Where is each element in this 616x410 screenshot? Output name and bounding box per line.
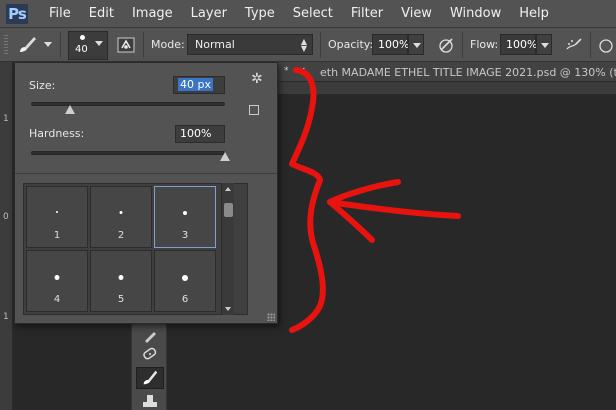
separator: [60, 32, 61, 58]
menu-file[interactable]: File: [40, 0, 80, 28]
size-label: Size:: [29, 79, 56, 92]
panel-divider: [15, 173, 277, 174]
annotation-arrow-shaft: [327, 199, 461, 219]
new-preset-icon[interactable]: [249, 105, 259, 115]
brush-tip-icon: [118, 275, 124, 280]
separator: [320, 32, 321, 58]
tools-panel: [131, 323, 167, 410]
flow-input[interactable]: 100%: [500, 34, 537, 55]
brush-preset-4[interactable]: 4: [26, 250, 88, 312]
presets-scrollbar[interactable]: [221, 183, 234, 315]
ruler-mark: 1: [3, 312, 9, 322]
hardness-slider-track[interactable]: [31, 151, 225, 155]
mode-label: Mode:: [151, 38, 185, 51]
brush-panel-toggle-icon[interactable]: [116, 36, 136, 54]
options-bar: 40 Mode: Normal ▲ ▼ Opacity: 100% Flow: 1…: [0, 28, 616, 62]
preset-number: 5: [117, 294, 125, 305]
document-tab-title[interactable]: eth MADAME ETHEL TITLE IMAGE 2021.psd @ …: [320, 66, 616, 79]
brush-preset-3[interactable]: 3: [154, 186, 216, 248]
photoshop-logo-icon: Ps: [6, 3, 28, 24]
brush-preset-5[interactable]: 5: [90, 250, 152, 312]
brush-tip-icon: [119, 211, 123, 214]
size-value: 40 px: [178, 78, 213, 91]
brush-tool-preset-icon[interactable]: [16, 35, 38, 55]
scroll-up-arrow-icon[interactable]: [225, 187, 231, 191]
menu-image[interactable]: Image: [123, 0, 182, 28]
annotation-arrow-head: [327, 179, 401, 243]
brush-tip-preview-icon: [80, 35, 85, 40]
menu-edit[interactable]: Edit: [80, 0, 123, 28]
preset-number: 6: [181, 294, 189, 305]
ruler-mark: 1: [3, 114, 9, 124]
menu-help[interactable]: Help: [510, 0, 558, 28]
blend-mode-select[interactable]: Normal ▲ ▼: [187, 34, 313, 55]
separator: [590, 32, 591, 58]
brush-tip-icon: [54, 275, 60, 280]
annotation-brace: [289, 67, 326, 333]
vertical-ruler: 1 0 1: [0, 62, 13, 410]
preset-number: 4: [53, 294, 61, 305]
ruler-mark: 0: [3, 212, 9, 222]
menu-select[interactable]: Select: [284, 0, 342, 28]
brush-preset-picker-panel: Size: 40 px ✲ Hardness: 100% 1 2 3 4 5 6: [14, 62, 278, 324]
brush-preset-6[interactable]: 6: [154, 250, 216, 312]
hardness-input[interactable]: 100%: [175, 125, 225, 143]
hardness-label: Hardness:: [29, 127, 85, 140]
size-slider-track[interactable]: [31, 102, 225, 106]
hardness-slider-thumb[interactable]: [220, 152, 230, 161]
brush-tip-icon: [183, 211, 187, 215]
brush-tip-icon: [182, 275, 188, 281]
opacity-label: Opacity:: [328, 38, 374, 51]
menu-bar: Ps File Edit Image Layer Type Select Fil…: [0, 0, 616, 28]
separator: [462, 32, 463, 58]
tab-close-icon[interactable]: ×: [297, 64, 306, 77]
preset-number: 2: [117, 230, 125, 241]
menu-layer[interactable]: Layer: [182, 0, 236, 28]
menu-type[interactable]: Type: [236, 0, 284, 28]
pressure-size-icon[interactable]: [596, 35, 616, 55]
select-arrows-icon: ▲ ▼: [300, 37, 307, 53]
size-input[interactable]: 40 px: [173, 76, 225, 94]
previous-tab-marker: *: [284, 66, 289, 76]
flow-label: Flow:: [470, 38, 499, 51]
options-bar-grip[interactable]: [4, 35, 8, 55]
scrollbar-thumb[interactable]: [224, 203, 233, 217]
opacity-dropdown-button[interactable]: [408, 34, 424, 55]
brush-size-readout: 40: [75, 44, 88, 55]
healing-brush-tool-icon[interactable]: [136, 343, 164, 365]
brush-presets-grid: 1 2 3 4 5 6: [23, 183, 248, 315]
opacity-input[interactable]: 100%: [372, 34, 409, 55]
brush-tip-icon: [56, 211, 58, 213]
panel-resize-grip[interactable]: [267, 313, 275, 321]
scroll-down-arrow-icon[interactable]: [225, 307, 231, 311]
menu-filter[interactable]: Filter: [342, 0, 392, 28]
brush-preset-dropdown-arrow[interactable]: [95, 41, 103, 46]
tool-preset-dropdown-arrow[interactable]: [44, 42, 52, 47]
size-slider-thumb[interactable]: [64, 105, 75, 114]
preset-number: 3: [181, 230, 189, 241]
blend-mode-value: Normal: [195, 38, 235, 51]
gear-icon[interactable]: ✲: [251, 71, 263, 87]
menu-window[interactable]: Window: [441, 0, 510, 28]
flow-dropdown-button[interactable]: [536, 34, 552, 55]
brush-preset-1[interactable]: 1: [26, 186, 88, 248]
airbrush-icon[interactable]: [564, 35, 584, 55]
horizontal-ruler: [264, 82, 616, 95]
clone-stamp-tool-icon[interactable]: [136, 391, 164, 410]
preset-number: 1: [53, 230, 61, 241]
menu-view[interactable]: View: [392, 0, 441, 28]
separator: [143, 32, 144, 58]
pressure-opacity-icon[interactable]: [436, 35, 456, 55]
brush-tool-icon[interactable]: [136, 367, 164, 389]
brush-preset-2[interactable]: 2: [90, 186, 152, 248]
